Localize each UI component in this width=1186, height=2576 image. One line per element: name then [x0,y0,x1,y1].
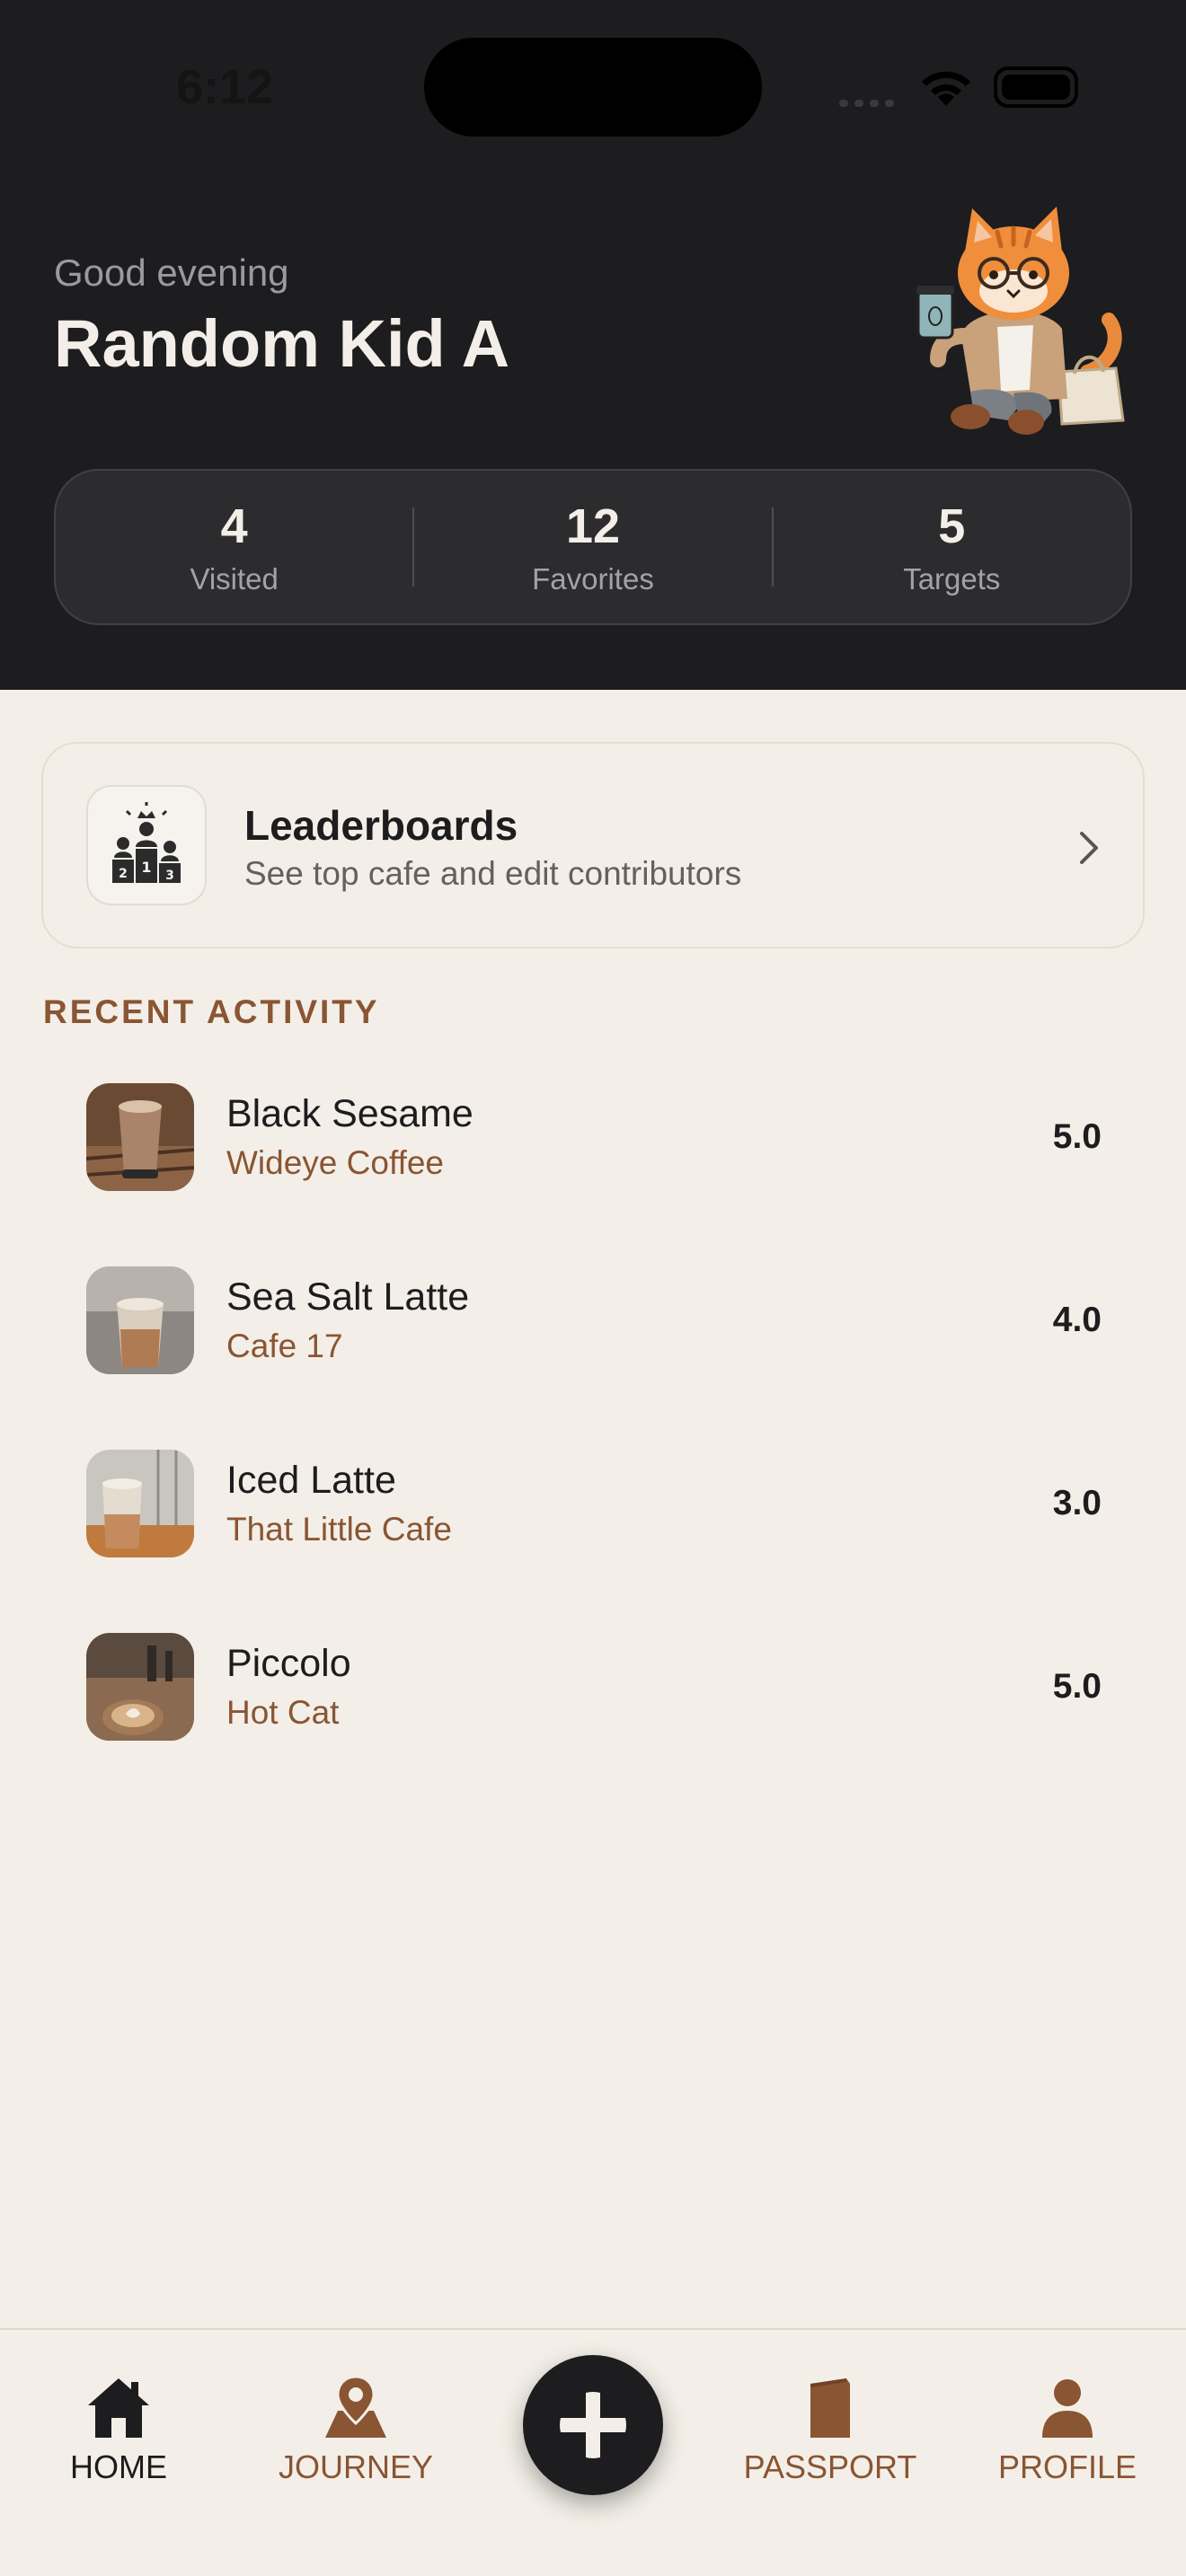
tab-label: JOURNEY [278,2448,434,2485]
activity-item[interactable]: Iced Latte That Little Cafe 3.0 [86,1448,1102,1631]
passport-icon [810,2378,850,2438]
cafe-name: That Little Cafe [226,1511,452,1548]
activity-item[interactable]: Sea Salt Latte Cafe 17 4.0 [86,1265,1102,1448]
battery-icon [994,66,1078,108]
tab-profile[interactable]: PROFILE [960,2369,1175,2486]
rating-value: 5.0 [1052,1667,1102,1706]
cellular-signal-icon [839,95,900,111]
stat-favorites[interactable]: 12 Favorites [414,498,771,596]
tab-label: PROFILE [997,2448,1137,2485]
tab-label: HOME [70,2448,167,2485]
status-icons [839,63,1082,113]
chevron-right-icon [1080,832,1098,864]
leaderboards-title: Leaderboards [244,802,518,849]
drink-name: Sea Salt Latte [226,1275,470,1319]
person-icon [1042,2379,1093,2438]
dynamic-island [424,38,762,137]
drink-photo [86,1450,194,1557]
stat-visited[interactable]: 4 Visited [56,498,412,596]
rating-value: 3.0 [1052,1484,1102,1522]
plus-icon [560,2392,626,2458]
tab-journey[interactable]: JOURNEY [248,2369,464,2486]
profile-header: 6:12 Good evening Random Kid A 4 Visited… [0,0,1186,690]
stat-label: Visited [190,562,279,595]
svg-text:3: 3 [165,869,174,883]
greeting-text: Good evening [54,251,289,294]
add-entry-button[interactable] [523,2355,663,2495]
map-pin-icon [325,2375,386,2438]
cat-mascot-icon [916,207,1125,435]
cafe-name: Hot Cat [226,1694,340,1731]
activity-item[interactable]: Piccolo Hot Cat 5.0 [86,1631,1102,1814]
tab-passport[interactable]: PASSPORT [722,2369,938,2486]
stat-targets[interactable]: 5 Targets [774,498,1130,596]
status-time: 6:12 [176,60,274,114]
stat-value: 4 [220,499,248,553]
stats-card: 4 Visited 12 Favorites 5 Targets [54,469,1132,625]
home-icon [88,2378,149,2438]
drink-name: Iced Latte [226,1459,396,1502]
drink-photo [86,1633,194,1741]
cafe-name: Cafe 17 [226,1328,343,1364]
user-name: Random Kid A [54,306,510,381]
stat-label: Favorites [532,562,654,595]
stat-label: Targets [903,562,1001,595]
drink-name: Black Sesame [226,1092,474,1135]
drink-photo [86,1083,194,1191]
svg-text:2: 2 [119,867,128,881]
cafe-name: Wideye Coffee [226,1144,444,1181]
recent-activity-heading: RECENT ACTIVITY [43,993,380,1030]
activity-item[interactable]: Black Sesame Wideye Coffee 5.0 [86,1081,1102,1265]
drink-name: Piccolo [226,1642,351,1685]
tab-home[interactable]: HOME [11,2369,226,2486]
svg-text:1: 1 [141,859,151,876]
drink-photo [86,1266,194,1374]
leaderboards-subtitle: See top cafe and edit contributors [244,855,742,892]
rating-value: 5.0 [1052,1117,1102,1156]
podium-icon: 1 2 3 [112,802,181,883]
leaderboards-icon-box: 1 2 3 [86,785,207,905]
leaderboards-card[interactable]: 1 2 3 Leaderboards See top cafe and edit… [41,742,1145,948]
stat-value: 12 [565,499,621,553]
wifi-icon [922,71,970,106]
recent-activity-list: Black Sesame Wideye Coffee 5.0 Sea Salt … [86,1081,1102,1814]
rating-value: 4.0 [1052,1301,1102,1339]
stat-value: 5 [938,499,966,553]
tab-label: PASSPORT [743,2448,917,2485]
